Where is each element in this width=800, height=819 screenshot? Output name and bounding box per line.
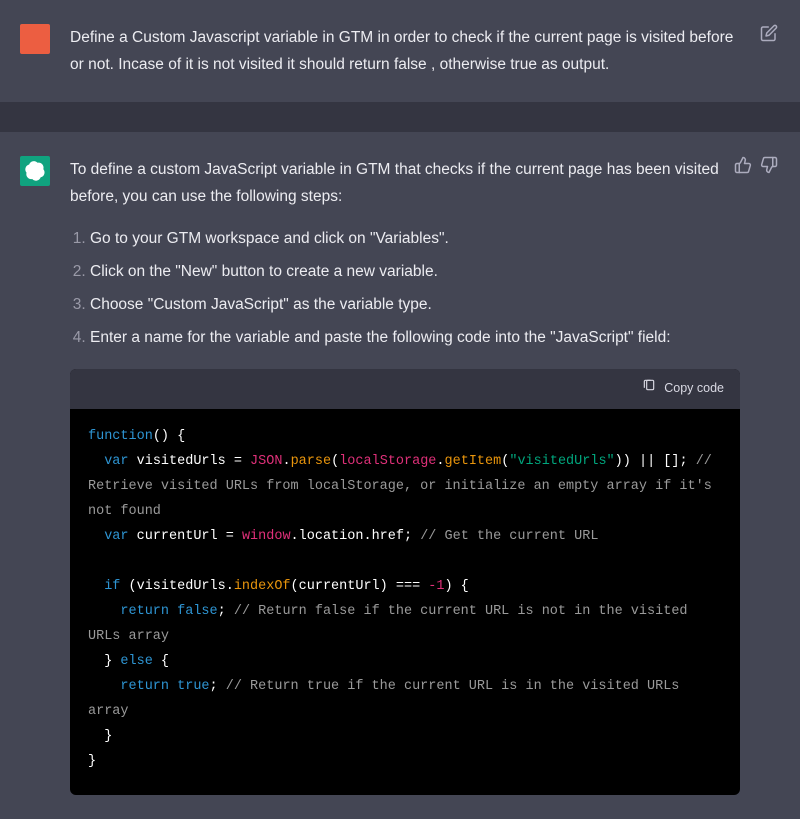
code-header: Copy code bbox=[70, 369, 740, 409]
code-content[interactable]: function() { var visitedUrls = JSON.pars… bbox=[70, 409, 740, 795]
user-message-row: Define a Custom Javascript variable in G… bbox=[0, 0, 800, 102]
assistant-avatar bbox=[20, 156, 50, 186]
thumbs-up-icon[interactable] bbox=[734, 156, 752, 174]
thumbs-down-icon[interactable] bbox=[760, 156, 778, 174]
copy-code-button[interactable]: Copy code bbox=[642, 378, 724, 400]
code-block: Copy code function() { var visitedUrls =… bbox=[70, 369, 740, 795]
assistant-actions bbox=[734, 156, 778, 174]
copy-code-label: Copy code bbox=[664, 378, 724, 400]
steps-list: Go to your GTM workspace and click on "V… bbox=[70, 225, 740, 352]
clipboard-icon bbox=[642, 378, 656, 400]
list-item: Go to your GTM workspace and click on "V… bbox=[90, 225, 740, 252]
assistant-message-row: To define a custom JavaScript variable i… bbox=[0, 132, 800, 818]
list-item: Enter a name for the variable and paste … bbox=[90, 324, 740, 351]
message-gap bbox=[0, 102, 800, 132]
assistant-message-content: To define a custom JavaScript variable i… bbox=[70, 156, 780, 794]
edit-icon[interactable] bbox=[760, 24, 778, 42]
list-item: Click on the "New" button to create a ne… bbox=[90, 258, 740, 285]
user-actions bbox=[760, 24, 778, 42]
user-message-text: Define a Custom Javascript variable in G… bbox=[70, 24, 780, 78]
user-avatar bbox=[20, 24, 50, 54]
assistant-intro: To define a custom JavaScript variable i… bbox=[70, 156, 740, 210]
list-item: Choose "Custom JavaScript" as the variab… bbox=[90, 291, 740, 318]
